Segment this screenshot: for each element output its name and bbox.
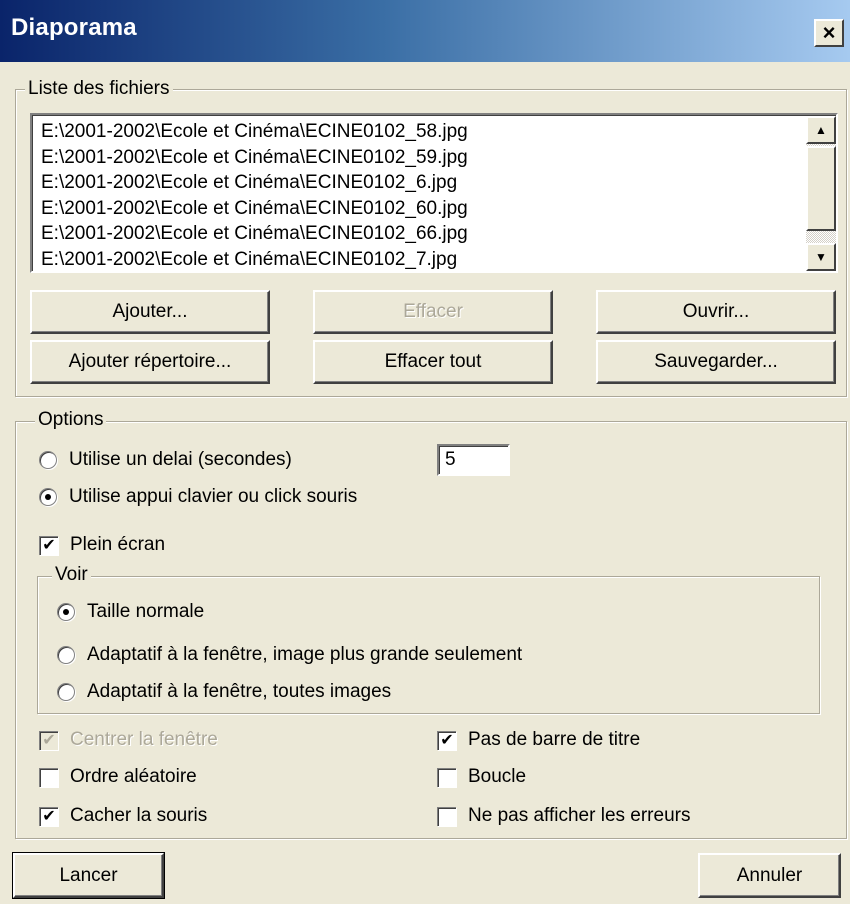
checkbox-box xyxy=(39,767,58,787)
add-directory-button[interactable]: Ajouter répertoire... xyxy=(30,340,270,384)
file-item[interactable]: E:\2001-2002\Ecole et Cinéma\ECINE0102_5… xyxy=(33,145,806,171)
open-button[interactable]: Ouvrir... xyxy=(596,290,836,334)
launch-button[interactable]: Lancer xyxy=(12,852,165,899)
use-key-label: Utilise appui clavier ou click souris xyxy=(69,486,358,507)
view-fit-larger-label: Adaptatif à la fenêtre, image plus grand… xyxy=(87,644,523,665)
radio-indicator xyxy=(57,646,75,664)
no-titlebar-label: Pas de barre de titre xyxy=(468,729,641,750)
view-normal-radio[interactable]: Taille normale xyxy=(57,599,204,625)
scroll-down-button[interactable]: ▼ xyxy=(806,243,836,271)
file-item[interactable]: E:\2001-2002\Ecole et Cinéma\ECINE0102_5… xyxy=(33,119,806,145)
files-group-legend: Liste des fichiers xyxy=(25,79,173,99)
scroll-up-button[interactable]: ▲ xyxy=(806,116,836,144)
use-delay-label: Utilise un delai (secondes) xyxy=(69,449,292,470)
loop-checkbox[interactable]: Boucle xyxy=(437,764,526,790)
radio-selected-dot xyxy=(45,494,51,500)
center-window-label: Centrer la fenêtre xyxy=(70,729,218,750)
fullscreen-label: Plein écran xyxy=(70,534,166,555)
close-icon: × xyxy=(822,20,836,45)
checkbox-box xyxy=(437,806,456,826)
checkmark-icon: ✔ xyxy=(39,730,58,750)
add-button[interactable]: Ajouter... xyxy=(30,290,270,334)
hide-errors-label: Ne pas afficher les erreurs xyxy=(468,805,691,826)
scrollbar-thumb[interactable] xyxy=(806,146,836,231)
view-normal-label: Taille normale xyxy=(87,601,205,622)
view-fit-larger-radio[interactable]: Adaptatif à la fenêtre, image plus grand… xyxy=(57,642,522,668)
file-item[interactable]: E:\2001-2002\Ecole et Cinéma\ECINE0102_7… xyxy=(33,247,806,272)
loop-label: Boucle xyxy=(468,766,527,787)
cancel-button[interactable]: Annuler xyxy=(698,853,841,898)
window-title: Diaporama xyxy=(11,14,137,41)
radio-indicator xyxy=(57,683,75,701)
hide-errors-checkbox[interactable]: Ne pas afficher les erreurs xyxy=(437,803,690,829)
radio-indicator xyxy=(39,488,57,506)
file-item[interactable]: E:\2001-2002\Ecole et Cinéma\ECINE0102_6… xyxy=(33,170,806,196)
use-key-radio[interactable]: Utilise appui clavier ou click souris xyxy=(39,484,357,510)
view-fit-all-radio[interactable]: Adaptatif à la fenêtre, toutes images xyxy=(57,679,391,705)
options-group-legend: Options xyxy=(35,410,107,430)
save-button[interactable]: Sauvegarder... xyxy=(596,340,836,384)
vertical-scrollbar[interactable]: ▲ ▼ xyxy=(806,116,836,271)
close-button[interactable]: × xyxy=(814,19,844,47)
hide-mouse-checkbox[interactable]: ✔ Cacher la souris xyxy=(39,803,207,829)
arrow-down-icon: ▼ xyxy=(815,250,827,264)
random-order-checkbox[interactable]: Ordre aléatoire xyxy=(39,764,197,790)
radio-selected-dot xyxy=(63,609,69,615)
delete-all-button[interactable]: Effacer tout xyxy=(313,340,553,384)
view-group-legend: Voir xyxy=(52,565,91,585)
center-window-checkbox[interactable]: ✔ Centrer la fenêtre xyxy=(39,727,218,753)
file-listbox[interactable]: E:\2001-2002\Ecole et Cinéma\ECINE0102_5… xyxy=(30,113,838,273)
file-item[interactable]: E:\2001-2002\Ecole et Cinéma\ECINE0102_6… xyxy=(33,196,806,222)
checkmark-icon: ✔ xyxy=(39,535,58,555)
arrow-up-icon: ▲ xyxy=(815,123,827,137)
checkmark-icon: ✔ xyxy=(39,806,58,826)
file-item[interactable]: E:\2001-2002\Ecole et Cinéma\ECINE0102_6… xyxy=(33,221,806,247)
radio-indicator xyxy=(57,603,75,621)
hide-mouse-label: Cacher la souris xyxy=(70,805,208,826)
no-titlebar-checkbox[interactable]: ✔ Pas de barre de titre xyxy=(437,727,640,753)
file-list-items: E:\2001-2002\Ecole et Cinéma\ECINE0102_5… xyxy=(33,119,806,272)
use-delay-radio[interactable]: Utilise un delai (secondes) xyxy=(39,447,292,473)
checkmark-icon: ✔ xyxy=(437,730,456,750)
radio-indicator xyxy=(39,451,57,469)
checkbox-box xyxy=(437,767,456,787)
random-order-label: Ordre aléatoire xyxy=(70,766,197,787)
delete-button[interactable]: Effacer xyxy=(313,290,553,334)
fullscreen-checkbox[interactable]: ✔ Plein écran xyxy=(39,532,165,558)
view-fit-all-label: Adaptatif à la fenêtre, toutes images xyxy=(87,681,392,702)
delay-seconds-input[interactable]: 5 xyxy=(437,444,510,476)
